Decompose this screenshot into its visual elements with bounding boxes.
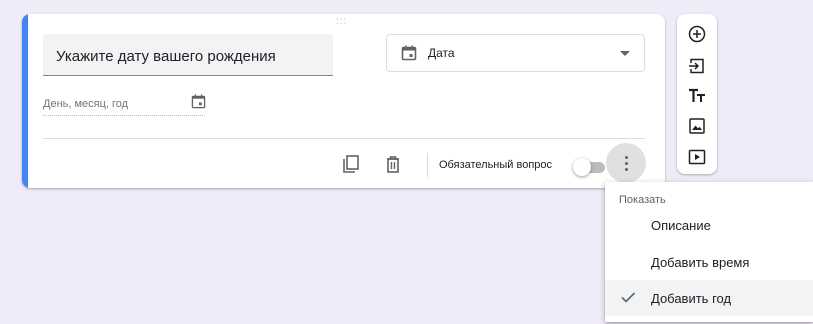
menu-item-add-time[interactable]: Добавить время xyxy=(605,244,813,280)
date-answer-field: День, месяц, год xyxy=(43,94,206,116)
chevron-down-icon xyxy=(620,51,630,56)
duplicate-icon[interactable] xyxy=(341,154,361,179)
question-title-text: Укажите дату вашего рождения xyxy=(56,48,276,65)
import-questions-icon[interactable] xyxy=(687,56,707,76)
menu-item-label: Добавить время xyxy=(651,255,750,270)
options-menu: Показать Описание Добавить время Добавит… xyxy=(605,182,813,322)
question-type-label: Дата xyxy=(428,46,455,60)
add-video-icon[interactable] xyxy=(687,147,707,167)
calendar-icon xyxy=(191,94,206,114)
menu-item-label: Описание xyxy=(651,218,711,233)
menu-item-label: Добавить год xyxy=(651,291,732,306)
required-toggle[interactable] xyxy=(573,157,607,177)
question-title-input[interactable]: Укажите дату вашего рождения xyxy=(43,34,333,76)
question-card[interactable]: ::: Укажите дату вашего рождения Дата Де… xyxy=(22,14,665,188)
toggle-thumb xyxy=(573,158,591,176)
delete-icon[interactable] xyxy=(384,154,402,179)
add-title-icon[interactable] xyxy=(687,86,707,106)
date-placeholder: День, месяц, год xyxy=(43,98,129,110)
footer-separator xyxy=(427,153,428,177)
menu-item-add-year[interactable]: Добавить год xyxy=(605,280,813,316)
drag-handle[interactable]: ::: xyxy=(336,17,347,27)
more-options-button[interactable] xyxy=(606,143,646,183)
side-toolbar xyxy=(677,14,717,174)
add-image-icon[interactable] xyxy=(687,116,707,136)
menu-header: Показать xyxy=(619,194,666,206)
menu-item-description[interactable]: Описание xyxy=(605,207,813,243)
add-question-icon[interactable] xyxy=(687,24,707,44)
active-card-indicator xyxy=(22,14,28,188)
calendar-icon xyxy=(401,45,417,66)
question-type-select[interactable]: Дата xyxy=(386,34,645,72)
footer-divider xyxy=(43,138,645,139)
required-label: Обязательный вопрос xyxy=(439,159,553,171)
check-icon xyxy=(620,289,636,308)
